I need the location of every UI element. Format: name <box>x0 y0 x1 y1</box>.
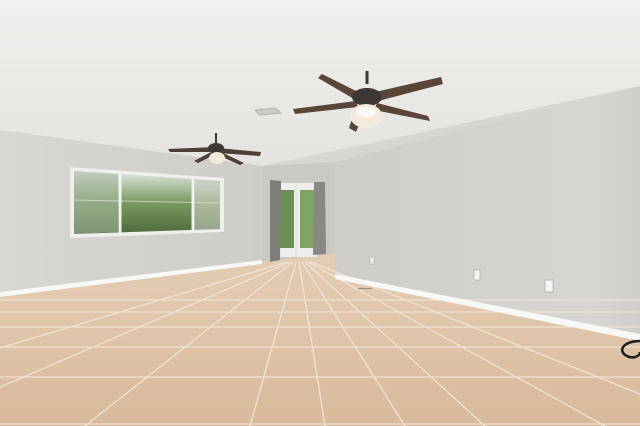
room-photo <box>0 0 640 426</box>
curtain-left <box>270 180 281 262</box>
french-doors <box>277 183 317 257</box>
curtain-right <box>313 182 326 255</box>
outlet-3 <box>369 256 375 265</box>
outlet-2 <box>473 269 481 281</box>
floor-cable <box>357 287 373 290</box>
window-left-wall <box>70 167 224 238</box>
outlet-1 <box>544 279 554 293</box>
